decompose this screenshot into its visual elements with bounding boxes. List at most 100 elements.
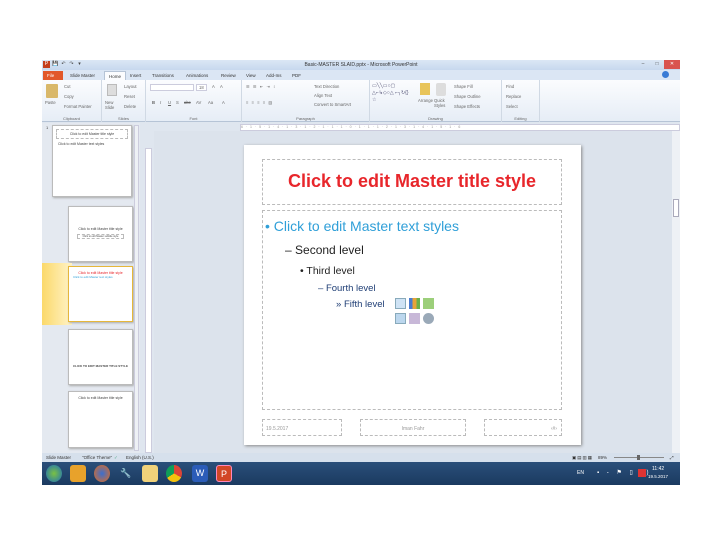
- thumbnail-title: Click to edit Master title style: [56, 129, 128, 139]
- thumbnails-scrollbar[interactable]: [134, 125, 139, 451]
- find-button[interactable]: Find: [506, 84, 514, 89]
- level-1-text: Click to edit Master text styles: [273, 218, 459, 234]
- content-placeholder[interactable]: • Click to edit Master text styles – Sec…: [262, 210, 562, 410]
- insert-content-icons: [395, 298, 437, 328]
- tab-review[interactable]: Review: [217, 71, 240, 80]
- language-indicator[interactable]: EN: [577, 470, 584, 476]
- tab-animations[interactable]: Animations: [182, 71, 212, 80]
- replace-button[interactable]: Replace: [506, 94, 521, 99]
- taskbar-tool-icon[interactable]: 🔧: [118, 465, 134, 482]
- thumbnail-body: Click to edit Master subtitle style: [77, 234, 124, 239]
- tab-home[interactable]: Home: [104, 71, 127, 80]
- thumbnail-master[interactable]: Click to edit Master title style Click t…: [52, 125, 132, 197]
- tab-transitions[interactable]: Transitions: [148, 71, 178, 80]
- help-icon[interactable]: [662, 71, 669, 78]
- cut-button[interactable]: Cut: [64, 84, 71, 89]
- strikethrough-button[interactable]: abc: [184, 100, 191, 105]
- format-painter-button[interactable]: Format Painter: [64, 104, 92, 109]
- text-direction-button[interactable]: Text Direction: [314, 84, 339, 89]
- footer-placeholder[interactable]: Iman Fahr: [360, 419, 466, 436]
- delete-button[interactable]: Delete: [124, 104, 136, 109]
- taskbar-firefox-icon[interactable]: [94, 465, 110, 482]
- reset-button[interactable]: Reset: [124, 94, 135, 99]
- editing-group: Find Replace Select Editing: [502, 80, 540, 122]
- taskbar-word-icon[interactable]: W: [192, 465, 208, 482]
- clock-time[interactable]: 11:42: [652, 466, 664, 472]
- insert-media-icon[interactable]: [423, 313, 434, 324]
- vertical-scrollbar[interactable]: [672, 131, 680, 453]
- bullet: »: [336, 299, 342, 310]
- align-text-button[interactable]: Align Text: [314, 93, 332, 98]
- clock-date[interactable]: 19.5.2017: [648, 474, 668, 479]
- convert-smartart-button[interactable]: Convert to SmartArt: [314, 102, 351, 107]
- layout-button[interactable]: Layout: [124, 84, 137, 89]
- taskbar-powerpoint-icon[interactable]: P: [216, 465, 232, 482]
- clipboard-group: Paste Cut Copy Format Painter Clipboard: [42, 80, 102, 122]
- new-slide-button[interactable]: New Slide: [105, 100, 121, 110]
- fit-to-window-icon[interactable]: ⤢: [670, 453, 674, 462]
- shape-fill-button[interactable]: Shape Fill: [454, 84, 473, 89]
- zoom-level[interactable]: 89%: [598, 453, 607, 462]
- insert-clipart-icon[interactable]: [409, 313, 420, 324]
- insert-smartart-icon[interactable]: [423, 298, 434, 309]
- level-3-text: Third level: [306, 265, 355, 277]
- zoom-slider-thumb[interactable]: [637, 455, 640, 460]
- tray-antivirus-icon[interactable]: [638, 469, 646, 477]
- taskbar-chrome-icon[interactable]: [166, 465, 182, 482]
- font-color-button[interactable]: A: [222, 100, 225, 105]
- insert-picture-icon[interactable]: [395, 313, 406, 324]
- quick-styles-button[interactable]: Quick Styles: [434, 98, 448, 108]
- change-case-button[interactable]: Aa: [208, 100, 213, 105]
- tab-pdf[interactable]: PDF: [288, 71, 305, 80]
- ribbon: Paste Cut Copy Format Painter Clipboard …: [42, 80, 680, 122]
- thumbnail-layout-section[interactable]: CLICK TO EDIT MASTER TITLE STYLE: [68, 329, 133, 385]
- title-placeholder[interactable]: Click to edit Master title style: [262, 159, 562, 205]
- shadow-button[interactable]: S: [176, 100, 179, 105]
- character-spacing-button[interactable]: AV: [196, 100, 201, 105]
- view-buttons[interactable]: ▣▤▥▦: [572, 453, 593, 462]
- tab-slide-master[interactable]: Slide Master: [66, 71, 99, 80]
- taskbar-explorer-icon[interactable]: [70, 465, 86, 482]
- tab-file[interactable]: File: [43, 71, 63, 80]
- thumbnail-layout-two-content[interactable]: Click to edit Master title style: [68, 391, 133, 448]
- select-button[interactable]: Select: [506, 104, 518, 109]
- taskbar-files-icon[interactable]: [142, 465, 158, 482]
- shape-effects-button[interactable]: Shape Effects: [454, 104, 480, 109]
- shape-outline-button[interactable]: Shape Outline: [454, 94, 481, 99]
- grow-font-button[interactable]: A: [212, 84, 215, 89]
- font-size-input[interactable]: 18: [196, 84, 207, 91]
- minimize-button[interactable]: –: [636, 60, 650, 69]
- underline-button[interactable]: U: [168, 100, 171, 105]
- level-2-text: Second level: [295, 243, 364, 257]
- thumbnail-layout-content-selected[interactable]: Click to edit Master title style Click t…: [68, 266, 133, 322]
- arrange-button[interactable]: Arrange: [418, 98, 433, 103]
- tab-add-ins[interactable]: Add-Ins: [262, 71, 286, 80]
- group-label: Slides: [118, 116, 129, 121]
- bold-button[interactable]: B: [152, 100, 155, 105]
- italic-button[interactable]: I: [160, 100, 161, 105]
- shrink-font-button[interactable]: A: [220, 84, 223, 89]
- insert-table-icon[interactable]: [395, 298, 406, 309]
- paragraph-group: ☰ ☰ ⇤ ⇥ ↕ ≡ ≡ ≡ ≡ ▥ Text Direction Align…: [242, 80, 370, 122]
- paste-button[interactable]: Paste: [45, 100, 56, 105]
- start-button[interactable]: [46, 465, 62, 482]
- thumbnail-layout-title[interactable]: Click to edit Master title style Click t…: [68, 206, 133, 262]
- shapes-gallery[interactable]: ▭╲╲▭○▢ △⌐↳◇○△ ⌐╮↻{}☆: [372, 83, 412, 104]
- list-buttons[interactable]: ☰ ☰ ⇤ ⇥ ↕: [246, 84, 276, 89]
- maximize-button[interactable]: □: [650, 60, 664, 69]
- font-name-input[interactable]: [150, 84, 194, 91]
- slide-number-placeholder[interactable]: ‹#›: [484, 419, 562, 436]
- tab-view[interactable]: View: [242, 71, 260, 80]
- close-button[interactable]: ✕: [664, 60, 680, 69]
- text-level-5: » Fifth level: [336, 299, 385, 310]
- scrollbar-thumb[interactable]: [673, 199, 679, 217]
- alignment-buttons[interactable]: ≡ ≡ ≡ ≡ ▥: [246, 100, 273, 105]
- language-label[interactable]: English (U.S.): [126, 453, 154, 462]
- master-slide[interactable]: Click to edit Master title style • Click…: [244, 145, 581, 445]
- copy-button[interactable]: Copy: [64, 94, 74, 99]
- spellcheck-icon[interactable]: ✓: [114, 453, 118, 462]
- date-placeholder[interactable]: 19.5.2017: [262, 419, 342, 436]
- font-group: 18 A A B I U S abc AV Aa A Font: [146, 80, 242, 122]
- tab-insert[interactable]: Insert: [126, 71, 145, 80]
- insert-chart-icon[interactable]: [409, 298, 420, 309]
